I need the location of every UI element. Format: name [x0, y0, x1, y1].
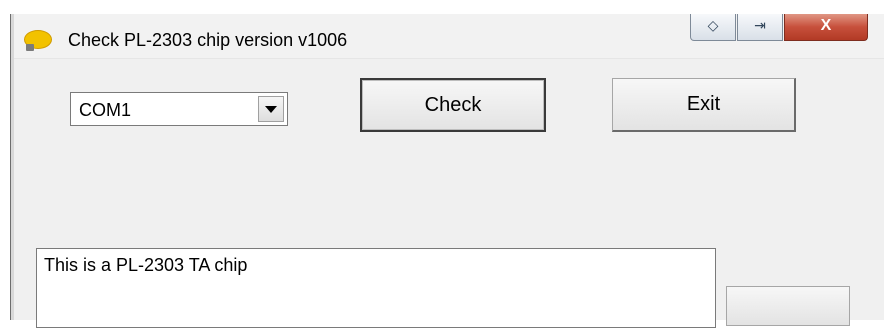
- caption-buttons: ◇ ⇥ X: [690, 14, 884, 44]
- app-bubble-icon: [22, 28, 52, 51]
- title-bar[interactable]: Check PL-2303 chip version v1006 ◇ ⇥ X: [14, 14, 884, 59]
- com-port-value: COM1: [79, 100, 132, 120]
- chevron-down-icon[interactable]: [258, 96, 284, 122]
- window-title: Check PL-2303 chip version v1006: [68, 30, 348, 50]
- close-icon[interactable]: X: [784, 14, 868, 41]
- window-move-icon[interactable]: ◇: [690, 14, 736, 41]
- result-text: This is a PL-2303 TA chip: [44, 255, 248, 275]
- exit-button[interactable]: Exit: [612, 78, 796, 132]
- check-button[interactable]: Check: [360, 78, 546, 132]
- window-restore-icon[interactable]: ⇥: [737, 14, 783, 41]
- partial-button[interactable]: [726, 286, 850, 326]
- result-textbox[interactable]: This is a PL-2303 TA chip: [36, 248, 716, 328]
- com-port-select[interactable]: COM1: [70, 92, 288, 126]
